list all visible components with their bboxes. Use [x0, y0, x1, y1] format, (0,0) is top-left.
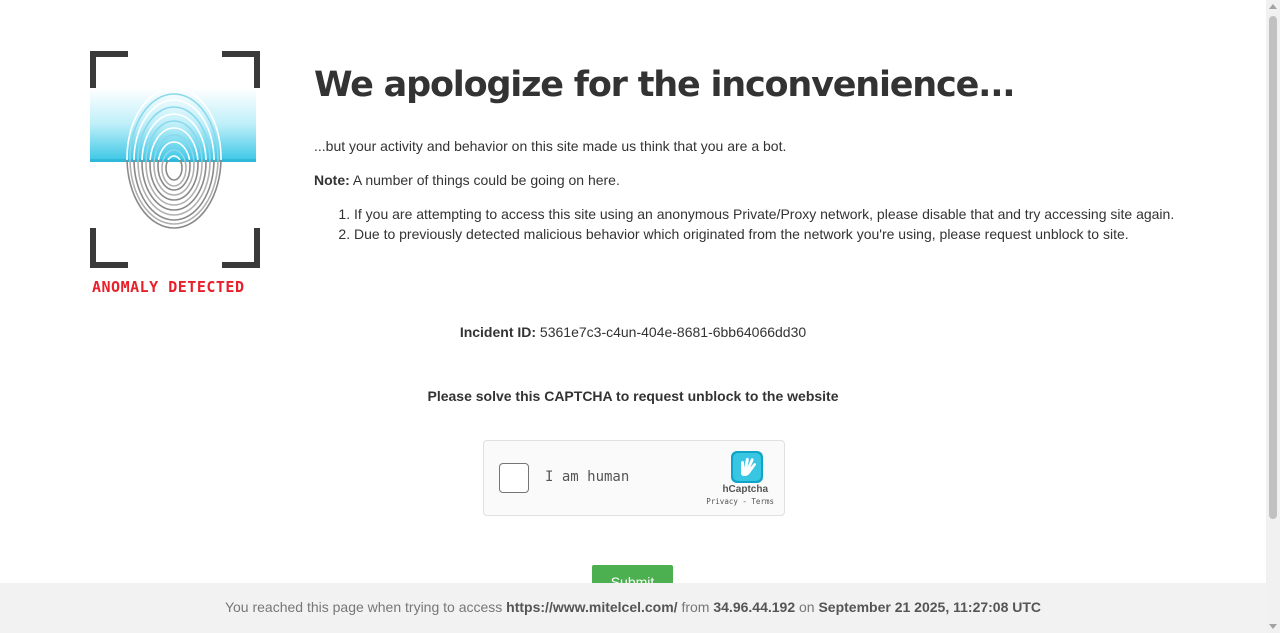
captcha-privacy-link[interactable]: Privacy — [706, 497, 738, 506]
footer-ip: 34.96.44.192 — [713, 599, 796, 615]
page-title: We apologize for the inconvenience... — [314, 65, 1016, 105]
captcha-prompt: Please solve this CAPTCHA to request unb… — [427, 388, 839, 404]
incident-value: 5361e7c3-c4un-404e-8681-6bb64066dd30 — [536, 324, 807, 340]
note-label: Note: — [314, 172, 350, 188]
list-item: Due to previously detected malicious beh… — [354, 224, 1214, 244]
page: ANOMALY DETECTED We apologize for the in… — [0, 0, 1266, 633]
logo-caption: ANOMALY DETECTED — [92, 278, 245, 296]
footer-prefix: You reached this page when trying to acc… — [224, 599, 507, 615]
note-body: A number of things could be going on her… — [349, 172, 620, 188]
note-text: Note: A number of things could be going … — [314, 170, 1214, 190]
hcaptcha-logo-icon — [731, 451, 763, 483]
lead-text: ...but your activity and behavior on thi… — [314, 138, 787, 154]
captcha-link-separator: - — [737, 497, 752, 506]
footer: You reached this page when trying to acc… — [0, 583, 1266, 633]
captcha-checkbox[interactable] — [499, 463, 529, 493]
captcha-links: Privacy - Terms — [706, 497, 774, 506]
footer-datetime: September 21 2025, 11:27:08 UTC — [818, 599, 1042, 615]
footer-url: https://www.mitelcel.com/ — [506, 599, 678, 615]
fingerprint-scan-icon — [90, 51, 260, 268]
vertical-scrollbar[interactable] — [1266, 0, 1280, 633]
footer-from: from — [677, 599, 714, 615]
captcha-brand: hCaptcha — [722, 484, 768, 495]
reasons-list: If you are attempting to access this sit… — [314, 204, 1214, 244]
list-item: If you are attempting to access this sit… — [354, 204, 1214, 224]
incident-label: Incident ID: — [459, 324, 537, 340]
captcha-terms-link[interactable]: Terms — [751, 497, 774, 506]
scroll-up-arrow-icon[interactable] — [1269, 4, 1277, 9]
main-content: We apologize for the inconvenience... ..… — [314, 64, 1214, 244]
hcaptcha-widget[interactable]: I am human hCaptcha Privacy - Terms — [483, 440, 785, 516]
captcha-checkbox-label[interactable]: I am human — [545, 469, 629, 485]
anomaly-logo: ANOMALY DETECTED — [88, 48, 268, 298]
footer-on: on — [795, 599, 819, 615]
incident-id: Incident ID: 5361e7c3-c4un-404e-8681-6bb… — [0, 322, 1266, 342]
scroll-down-arrow-icon[interactable] — [1269, 624, 1277, 629]
scrollbar-thumb[interactable] — [1269, 16, 1277, 519]
